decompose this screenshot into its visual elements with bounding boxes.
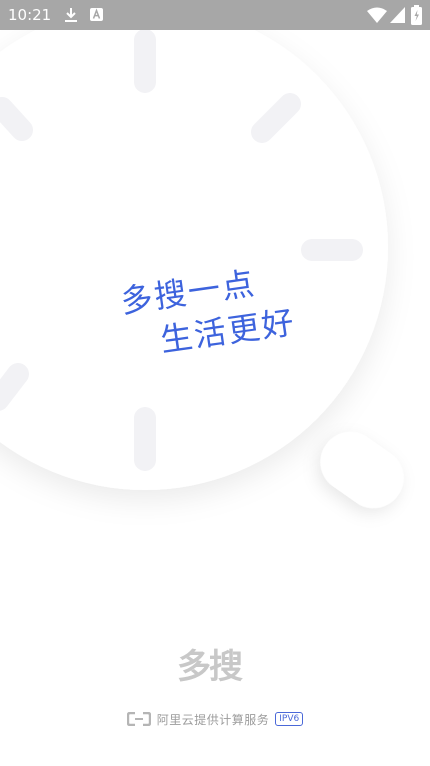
signal-icon: [390, 7, 405, 23]
download-icon: [65, 8, 77, 22]
app-logo-text: 多搜: [177, 647, 243, 687]
wifi-icon: [367, 7, 387, 23]
ipv6-badge: IPV6: [275, 712, 304, 726]
clock-knob: [320, 431, 404, 509]
a-notification-icon: [90, 8, 103, 21]
status-bar: 10:21: [0, 0, 430, 30]
status-time: 10:21: [8, 6, 52, 24]
battery-icon: [411, 5, 422, 25]
app-logo: 多搜: [177, 646, 243, 688]
provider-text: 阿里云提供计算服务: [156, 712, 270, 727]
alibaba-cloud-icon: [126, 712, 151, 726]
footer: 阿里云提供计算服务 IPV6: [0, 708, 430, 730]
